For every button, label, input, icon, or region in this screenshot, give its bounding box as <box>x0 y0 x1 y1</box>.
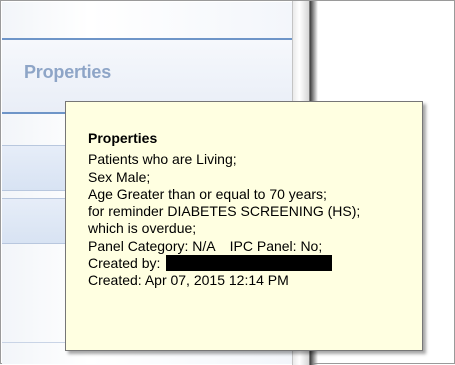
redacted-name-block <box>166 255 333 272</box>
tooltip-line-created-date: Created: Apr 07, 2015 12:14 PM <box>88 272 289 289</box>
properties-header-label: Properties <box>24 62 112 82</box>
tooltip-title: Properties <box>88 130 158 146</box>
ipc-panel-text: IPC Panel: No; <box>229 237 323 254</box>
tooltip-line-age: Age Greater than or equal to 70 years; <box>88 185 327 202</box>
tooltip-line-sex: Sex Male; <box>88 168 151 185</box>
tooltip-line-created-by: Created by: <box>88 255 422 272</box>
panel-category-text: Panel Category: N/A <box>88 237 216 254</box>
tooltip-line-overdue: which is overdue; <box>88 220 197 237</box>
tooltip-line-panel: Panel Category: N/A IPC Panel: No; <box>88 238 422 255</box>
tooltip-line-reminder: for reminder DIABETES SCREENING (HS); <box>88 203 361 220</box>
properties-tooltip: Properties Patients who are Living; Sex … <box>65 101 423 351</box>
tooltip-line-living: Patients who are Living; <box>88 151 237 168</box>
created-by-label: Created by: <box>88 255 161 272</box>
